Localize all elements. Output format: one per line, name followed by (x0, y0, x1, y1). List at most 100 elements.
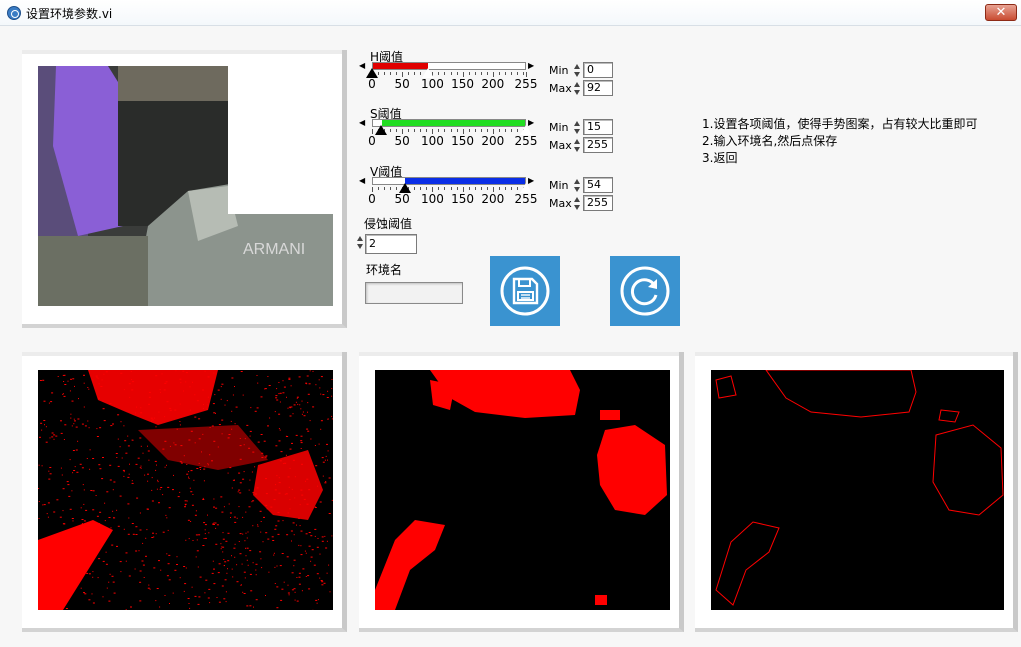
slider-minor-tick (486, 129, 488, 132)
slider-tick-label: 100 (420, 192, 444, 206)
min-spinner[interactable] (574, 120, 582, 136)
min-label: Min (549, 121, 569, 134)
slider-tick-label: 255 (514, 192, 538, 206)
save-disk-icon (500, 266, 550, 316)
slider-min-thumb[interactable] (366, 68, 378, 78)
labview-app-icon (7, 6, 21, 20)
slider-minor-tick (462, 72, 464, 75)
slider-minor-tick (504, 72, 506, 75)
camera-frame: ARMANI (22, 50, 347, 328)
instruction-line: 3.返回 (702, 151, 738, 165)
slider-minor-tick (444, 129, 446, 132)
slider-minor-tick (510, 187, 512, 190)
slider-tick-label: 0 (368, 77, 376, 91)
slider-minor-tick (378, 72, 380, 75)
slider-minor-tick (390, 187, 392, 190)
slider-minor-tick (516, 187, 518, 190)
slider-tick-label: 50 (394, 77, 410, 91)
slider-minor-tick (480, 72, 482, 75)
slider-minor-tick (456, 187, 458, 190)
slider-minor-tick (396, 129, 398, 132)
max-label: Max (549, 139, 572, 152)
slider-tick-label: 255 (514, 77, 538, 91)
hsv-mask-image (38, 370, 333, 610)
slider-tick-label: 150 (451, 134, 475, 148)
slider-minor-tick (504, 129, 506, 132)
slider-fill (373, 63, 428, 69)
min-input[interactable]: 54 (583, 177, 613, 193)
max-spinner[interactable] (574, 81, 582, 97)
slider-max-thumb[interactable] (420, 67, 435, 79)
env-name-input[interactable] (365, 282, 463, 304)
slider-minor-tick (510, 129, 512, 132)
instruction-line: 2.输入环境名,然后点保存 (702, 134, 838, 148)
slider-left-arrow-icon[interactable]: ◀ (359, 118, 365, 127)
slider-minor-tick (498, 72, 500, 75)
filtered-mask-image (375, 370, 670, 610)
slider-minor-tick (438, 129, 440, 132)
slider-tick-label: 50 (394, 192, 410, 206)
slider-minor-tick (408, 72, 410, 75)
slider-minor-tick (402, 129, 404, 132)
slider-minor-tick (456, 129, 458, 132)
slider-minor-tick (516, 72, 518, 75)
slider-minor-tick (498, 129, 500, 132)
max-label: Max (549, 82, 572, 95)
erosion-label: 侵蚀阈值 (364, 217, 413, 231)
slider-minor-tick (462, 187, 464, 190)
slider-fill (381, 120, 525, 126)
max-spinner[interactable] (574, 138, 582, 154)
slider-minor-tick (420, 129, 422, 132)
slider-minor-tick (468, 129, 470, 132)
slider-left-arrow-icon[interactable]: ◀ (359, 176, 365, 185)
slider-minor-tick (438, 187, 440, 190)
save-button[interactable] (490, 256, 560, 326)
max-input[interactable]: 92 (583, 80, 613, 96)
camera-image: ARMANI (38, 66, 333, 306)
min-spinner[interactable] (574, 63, 582, 79)
slider-tick-label: 50 (394, 134, 410, 148)
contour-frame (695, 352, 1018, 632)
slider-min-thumb[interactable] (375, 125, 388, 135)
max-spinner[interactable] (574, 196, 582, 212)
erosion-input[interactable]: 2 (365, 234, 417, 254)
slider-minor-tick (474, 129, 476, 132)
min-input[interactable]: 15 (583, 119, 613, 135)
max-input[interactable]: 255 (583, 195, 613, 211)
refresh-icon (620, 266, 670, 316)
slider-left-arrow-icon[interactable]: ◀ (359, 61, 365, 70)
env-name-label: 环境名 (366, 263, 403, 277)
slider-tick-label: 150 (451, 192, 475, 206)
min-label: Min (549, 179, 569, 192)
title-bar: 设置环境参数.vi ✕ (0, 0, 1021, 26)
min-spinner[interactable] (574, 178, 582, 194)
slider-tick-label: 100 (420, 134, 444, 148)
max-input[interactable]: 255 (583, 137, 613, 153)
slider-minor-tick (474, 72, 476, 75)
slider-tick-label: 100 (420, 77, 444, 91)
close-button[interactable]: ✕ (985, 4, 1017, 21)
max-label: Max (549, 197, 572, 210)
slider-track[interactable] (372, 62, 526, 70)
slider-minor-tick (492, 187, 494, 190)
min-input[interactable]: 0 (583, 62, 613, 78)
refresh-button[interactable] (610, 256, 680, 326)
slider-max-thumb[interactable] (519, 124, 533, 136)
hsv-mask-frame (22, 352, 347, 632)
slider-minor-tick (516, 129, 518, 132)
slider-track[interactable] (372, 119, 526, 127)
slider-min-thumb[interactable] (398, 183, 411, 193)
erosion-spinner[interactable] (357, 235, 365, 251)
slider-right-arrow-icon[interactable]: ▶ (528, 61, 534, 70)
svg-text:ARMANI: ARMANI (243, 241, 305, 258)
slider-minor-tick (438, 72, 440, 75)
slider-tick-label: 200 (481, 192, 505, 206)
slider-minor-tick (504, 187, 506, 190)
slider-tick-label: 255 (514, 134, 538, 148)
contour-image (711, 370, 1004, 610)
slider-minor-tick (498, 187, 500, 190)
slider-max-thumb[interactable] (519, 182, 533, 194)
slider-track[interactable] (372, 177, 526, 185)
slider-minor-tick (432, 187, 434, 190)
slider-minor-tick (462, 129, 464, 132)
